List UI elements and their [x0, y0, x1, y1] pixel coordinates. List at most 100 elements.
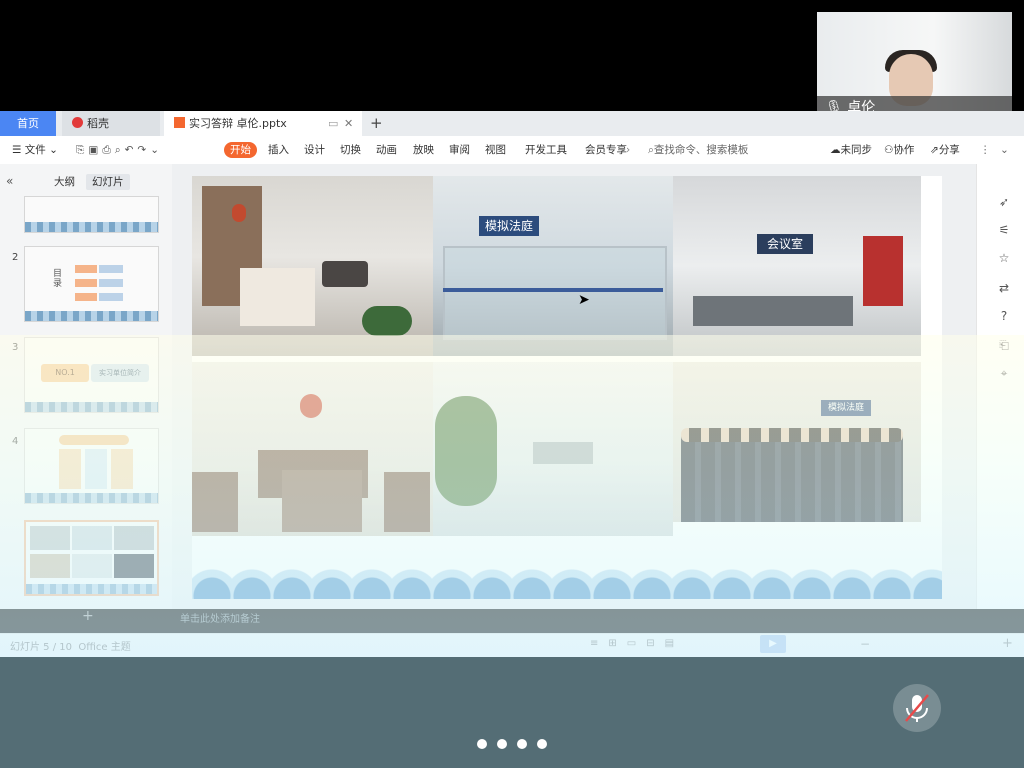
- thumb-photo: [30, 526, 70, 550]
- mute-mic-button[interactable]: [893, 684, 941, 732]
- tab-bar: 首页 稻壳 实习答辩 卓伦.pptx ▭ ✕ +: [0, 111, 1024, 136]
- slide-thumb-3[interactable]: NO.1 实习单位简介: [24, 337, 159, 413]
- page-indicator-dot[interactable]: [497, 739, 507, 749]
- thumb-block: [75, 293, 97, 301]
- tab-slideshow[interactable]: 放映: [413, 136, 434, 164]
- add-slide-button[interactable]: +: [82, 608, 94, 624]
- slide-thumb-4[interactable]: [24, 428, 159, 504]
- slide-thumb-5-selected[interactable]: [24, 520, 159, 596]
- thumb-caption: 目录: [53, 269, 63, 289]
- photo-red-banners: [863, 236, 903, 306]
- thumb-wave: [25, 402, 158, 412]
- star-icon[interactable]: ☆: [996, 250, 1012, 266]
- collapse-ribbon-icon[interactable]: ⌄: [1000, 136, 1009, 164]
- location-icon[interactable]: ⌖: [996, 365, 1012, 381]
- tab-animation[interactable]: 动画: [376, 136, 397, 164]
- thumb-block: [99, 279, 123, 287]
- tab-document[interactable]: 实习答辩 卓伦.pptx ▭ ✕: [164, 111, 362, 136]
- photo-group-faces: [681, 428, 903, 442]
- photo-side-desk: [192, 472, 238, 532]
- transition-icon[interactable]: ⇄: [996, 280, 1012, 296]
- thumb-wave: [25, 311, 158, 321]
- sliders-icon[interactable]: ⚟: [996, 222, 1012, 238]
- tab-transition[interactable]: 切换: [340, 136, 361, 164]
- people-icon: ⚇: [884, 144, 894, 156]
- tab-outline[interactable]: 大纲: [54, 174, 75, 190]
- tab-slides[interactable]: 幻灯片: [86, 174, 130, 190]
- slide-5[interactable]: 模拟法庭 会议室 模拟法庭: [192, 176, 942, 599]
- chevron-right-icon[interactable]: ›: [626, 136, 630, 164]
- zoom-in-icon[interactable]: +: [1002, 636, 1013, 651]
- thumb-column: [59, 449, 81, 489]
- slide-number: 3: [12, 342, 19, 353]
- thumb-column: [111, 449, 133, 489]
- slide-number: 4: [12, 436, 19, 447]
- tab-insert[interactable]: 插入: [268, 136, 289, 164]
- sign-moot-court-2: 模拟法庭: [821, 400, 871, 416]
- thumb-block: [75, 279, 97, 287]
- hamburger-icon: ☰: [12, 144, 22, 156]
- daoke-logo-icon: [72, 117, 83, 128]
- thumb-no1: NO.1: [41, 364, 89, 382]
- photo-reception-desk: [240, 268, 315, 326]
- meeting-toolbar: [0, 657, 1024, 768]
- command-search[interactable]: ⌕查找命令、搜索模板: [648, 136, 808, 164]
- thumb-photo: [30, 554, 70, 578]
- play-slideshow-button[interactable]: ▶: [760, 635, 786, 653]
- tab-start[interactable]: 开始: [224, 142, 257, 158]
- thumb-wave: [25, 493, 158, 503]
- sign-meeting-room: 会议室: [757, 234, 813, 254]
- photo-service-counter: [533, 442, 593, 464]
- page-indicator-dot[interactable]: [477, 739, 487, 749]
- view-mode-icons[interactable]: ≡⊞▭⊟▤: [590, 638, 684, 649]
- photo-moot-court: 模拟法庭: [433, 176, 673, 356]
- quick-access-icons[interactable]: ⎘▣⎙⌕↶↷⌄: [76, 136, 163, 164]
- collab-button[interactable]: ⚇协作: [884, 136, 914, 164]
- slide-count: 幻灯片 5 / 10 Office 主题: [10, 638, 131, 653]
- rocket-icon[interactable]: ➶: [996, 194, 1012, 210]
- file-menu[interactable]: ☰ 文件 ⌄: [12, 136, 58, 164]
- zoom-out-icon[interactable]: −: [860, 637, 870, 651]
- window-restore-icon[interactable]: ▭: [328, 111, 338, 136]
- photo-glass-wall: [443, 246, 667, 340]
- photo-meeting-room: 会议室: [673, 176, 921, 356]
- tab-developer[interactable]: 开发工具: [525, 136, 567, 164]
- help-icon[interactable]: ?: [996, 308, 1012, 324]
- tab-view[interactable]: 视图: [485, 136, 506, 164]
- search-placeholder: 查找命令、搜索模板: [653, 144, 749, 156]
- tab-home[interactable]: 首页: [0, 111, 56, 136]
- notes-placeholder[interactable]: 单击此处添加备注: [180, 612, 260, 628]
- new-tab-button[interactable]: +: [370, 111, 383, 136]
- theme-name: Office 主题: [78, 642, 131, 653]
- more-icon[interactable]: ⋮: [980, 136, 991, 164]
- share-icon: ⇗: [930, 144, 939, 156]
- thumb-banner: [59, 435, 129, 445]
- backup-icon[interactable]: ⎗: [996, 337, 1012, 353]
- thumb-block: [99, 265, 123, 273]
- slide-thumb-2[interactable]: 目录: [24, 246, 159, 322]
- thumb-block: [99, 293, 123, 301]
- slide-count-text: 幻灯片 5 / 10: [10, 642, 72, 653]
- chevron-down-icon: ⌄: [49, 144, 58, 156]
- tab-design[interactable]: 设计: [304, 136, 325, 164]
- file-menu-label: 文件: [24, 144, 46, 156]
- mic-off-icon: [905, 694, 929, 722]
- share-label: 分享: [938, 144, 960, 156]
- page-indicator-dot[interactable]: [517, 739, 527, 749]
- menu-bar: ☰ 文件 ⌄ ⎘▣⎙⌕↶↷⌄ 开始 插入 设计 切换 动画 放映 审阅 视图 开…: [0, 136, 1024, 165]
- slide-thumb-1[interactable]: [24, 196, 159, 233]
- camera-preview[interactable]: 🎙 卓伦: [817, 12, 1012, 121]
- photo-courtroom: [192, 362, 433, 540]
- close-tab-icon[interactable]: ✕: [344, 111, 353, 136]
- tab-review[interactable]: 审阅: [449, 136, 470, 164]
- page-indicator-dot[interactable]: [537, 739, 547, 749]
- sync-status[interactable]: ☁未同步: [830, 136, 872, 164]
- share-button[interactable]: ⇗分享: [930, 136, 960, 164]
- tab-daoke[interactable]: 稻壳: [62, 111, 160, 136]
- thumb-photo: [72, 554, 112, 578]
- thumb-block: [75, 265, 97, 273]
- thumb-column: [85, 449, 107, 489]
- collapse-panel-icon[interactable]: «: [6, 174, 13, 188]
- thumb-unit-intro: 实习单位简介: [91, 364, 149, 382]
- tab-member[interactable]: 会员专享: [585, 136, 627, 164]
